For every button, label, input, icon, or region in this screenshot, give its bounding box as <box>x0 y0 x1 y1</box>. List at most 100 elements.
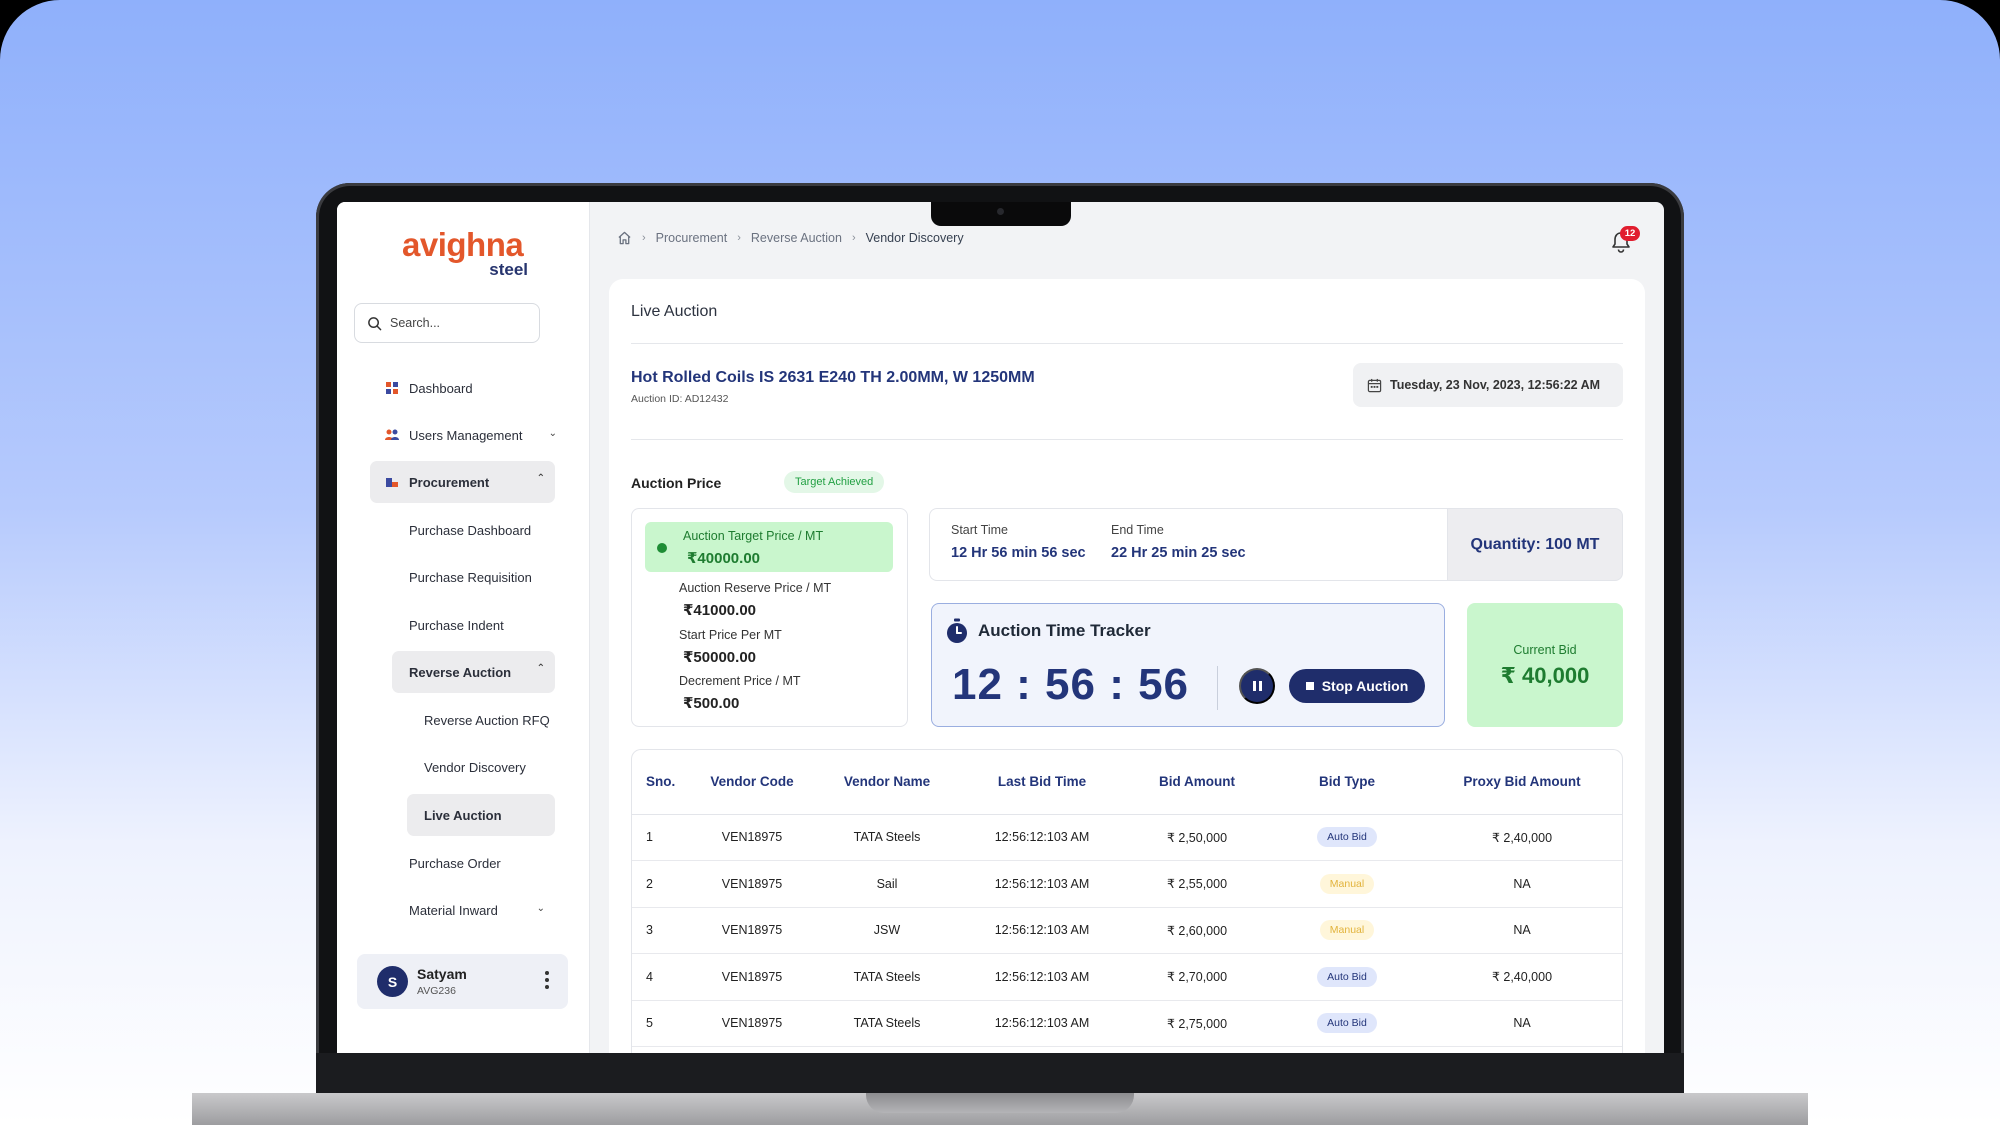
dashboard-icon <box>385 381 399 395</box>
countdown-clock: 12 : 56 : 56 <box>952 660 1190 709</box>
cell-vendor-name: Sail <box>812 860 962 908</box>
current-bid-box: Current Bid ₹ 40,000 <box>1467 603 1623 727</box>
cell-vendor-code: VEN18975 <box>692 860 812 908</box>
cell-sno: 5 <box>632 1000 692 1047</box>
chevron-down-icon: ⌄ <box>548 428 557 439</box>
cell-bid-type: Auto Bid <box>1272 953 1422 1001</box>
procurement-icon <box>385 475 399 489</box>
sidebar-item-label: Purchase Dashboard <box>409 522 532 538</box>
cell-last-bid-time: 12:56:12:103 AM <box>962 860 1122 908</box>
auction-price-label: Auction Price <box>631 475 722 491</box>
sidebar-item-purchase-order[interactable]: Purchase Order <box>370 842 555 884</box>
sidebar-item-procurement[interactable]: Procurement ⌃ <box>370 461 555 503</box>
sidebar-item-reverse-auction-rfq[interactable]: Reverse Auction RFQ <box>407 699 555 741</box>
tracker-title: Auction Time Tracker <box>978 621 1151 640</box>
cell-bid-type: Auto Bid <box>1272 1000 1422 1047</box>
user-id: AVG236 <box>417 985 456 997</box>
auction-timing-box: Start Time 12 Hr 56 min 56 sec End Time … <box>929 508 1447 581</box>
sidebar-item-label: Live Auction <box>424 807 502 823</box>
sidebar-item-vendor-discovery[interactable]: Vendor Discovery <box>407 746 555 788</box>
cell-sno: 2 <box>632 860 692 908</box>
stopwatch-icon <box>947 618 967 643</box>
breadcrumb-procurement[interactable]: Procurement <box>656 231 728 245</box>
camera-icon <box>997 208 1004 215</box>
breadcrumb-separator: › <box>642 232 646 244</box>
sidebar-item-purchase-dashboard[interactable]: Purchase Dashboard <box>370 509 555 551</box>
sidebar-item-dashboard[interactable]: Dashboard <box>367 367 567 409</box>
user-profile-card[interactable]: S Satyam AVG236 <box>357 954 568 1009</box>
sidebar-item-purchase-indent[interactable]: Purchase Indent <box>370 604 555 646</box>
sidebar-item-reverse-auction[interactable]: Reverse Auction ⌃ <box>392 651 555 693</box>
decrement-price-label: Decrement Price / MT <box>679 674 801 688</box>
table-row[interactable]: 3 VEN18975 JSW 12:56:12:103 AM ₹ 2,60,00… <box>632 907 1622 954</box>
table-row[interactable]: 5 VEN18975 TATA Steels 12:56:12:103 AM ₹… <box>632 1000 1622 1047</box>
start-price-label: Start Price Per MT <box>679 628 782 642</box>
home-icon[interactable] <box>617 231 632 245</box>
sidebar-item-label: Vendor Discovery <box>424 759 526 775</box>
stop-auction-label: Stop Auction <box>1321 678 1409 694</box>
bid-type-badge: Auto Bid <box>1317 966 1377 987</box>
cell-proxy-bid: NA <box>1422 907 1622 954</box>
target-price-value: ₹40000.00 <box>687 550 761 567</box>
current-bid-value: ₹ 40,000 <box>1500 663 1590 688</box>
column-header: Last Bid Time <box>962 750 1122 815</box>
table-header-row: Sno. Vendor Code Vendor Name Last Bid Ti… <box>632 750 1622 815</box>
cell-last-bid-time: 12:56:12:103 AM <box>962 1000 1122 1047</box>
sidebar-item-label: Purchase Order <box>409 855 501 871</box>
end-time-label: End Time <box>1111 523 1164 537</box>
status-dot-icon <box>657 543 667 553</box>
users-icon <box>385 428 399 442</box>
laptop-chin <box>316 1053 1684 1093</box>
cell-bid-type: Manual <box>1272 860 1422 908</box>
sidebar-item-label: Purchase Indent <box>409 617 504 633</box>
cell-bid-amount: ₹ 2,70,000 <box>1122 953 1272 1001</box>
breadcrumb-reverse-auction[interactable]: Reverse Auction <box>751 231 842 245</box>
bid-type-badge: Auto Bid <box>1317 1013 1377 1034</box>
cell-proxy-bid: ₹ 2,40,000 <box>1422 814 1622 861</box>
logo-subtitle: steel <box>489 260 528 279</box>
product-title: Hot Rolled Coils IS 2631 E240 TH 2.00MM,… <box>631 369 1035 386</box>
sidebar: avighna steel Dashboard Users Management… <box>337 202 590 1053</box>
table-row[interactable]: 1 VEN18975 TATA Steels 12:56:12:103 AM ₹… <box>632 814 1622 861</box>
auction-time-tracker: Auction Time Tracker 12 : 56 : 56 Stop A… <box>931 603 1445 727</box>
column-header: Vendor Name <box>812 750 962 815</box>
cell-vendor-name: TATA Steels <box>812 814 962 861</box>
sidebar-item-material-inward[interactable]: Material Inward ⌄ <box>370 889 555 931</box>
cell-proxy-bid: ₹ 2,40,000 <box>1422 953 1622 1001</box>
search-input[interactable] <box>390 316 520 330</box>
auction-id: Auction ID: AD12432 <box>631 393 729 405</box>
sidebar-item-label: Procurement <box>409 474 490 490</box>
cell-bid-amount: ₹ 2,50,000 <box>1122 814 1272 861</box>
cell-vendor-code: VEN18975 <box>692 814 812 861</box>
cell-bid-type: Manual <box>1272 907 1422 954</box>
more-options-icon[interactable] <box>544 971 550 989</box>
auction-price-box: Auction Target Price / MT ₹40000.00 Auct… <box>631 508 908 727</box>
bid-type-badge: Auto Bid <box>1317 827 1377 848</box>
app-screen: avighna steel Dashboard Users Management… <box>337 202 1664 1053</box>
sidebar-item-live-auction[interactable]: Live Auction <box>407 794 555 836</box>
bid-type-badge: Manual <box>1319 873 1375 894</box>
current-bid-label: Current Bid <box>1513 643 1577 657</box>
search-box <box>354 303 540 343</box>
bids-table: Sno. Vendor Code Vendor Name Last Bid Ti… <box>631 749 1623 1053</box>
search-icon <box>368 316 382 330</box>
divider <box>631 439 1623 440</box>
sidebar-item-users-management[interactable]: Users Management ⌄ <box>367 414 567 456</box>
stop-auction-button[interactable]: Stop Auction <box>1289 669 1425 703</box>
cell-bid-amount: ₹ 2,55,000 <box>1122 860 1272 908</box>
table-row[interactable]: 2 VEN18975 Sail 12:56:12:103 AM ₹ 2,55,0… <box>632 860 1622 908</box>
cell-last-bid-time: 12:56:12:103 AM <box>962 953 1122 1001</box>
table-row[interactable]: 4 VEN18975 TATA Steels 12:56:12:103 AM ₹… <box>632 953 1622 1001</box>
cell-last-bid-time: 12:56:12:103 AM <box>962 814 1122 861</box>
sidebar-item-purchase-requisition[interactable]: Purchase Requisition <box>370 556 555 598</box>
brand-logo[interactable]: avighna steel <box>402 228 542 280</box>
cell-sno: 4 <box>632 953 692 1001</box>
pause-button[interactable] <box>1239 668 1275 704</box>
frame-corner <box>0 0 60 60</box>
sidebar-item-label: Material Inward <box>409 902 498 918</box>
cell-bid-type: Auto Bid <box>1272 814 1422 861</box>
frame-corner <box>1940 0 2000 60</box>
column-header: Proxy Bid Amount <box>1422 750 1622 815</box>
sidebar-item-label: Dashboard <box>409 380 473 396</box>
breadcrumb-vendor-discovery[interactable]: Vendor Discovery <box>866 231 964 245</box>
